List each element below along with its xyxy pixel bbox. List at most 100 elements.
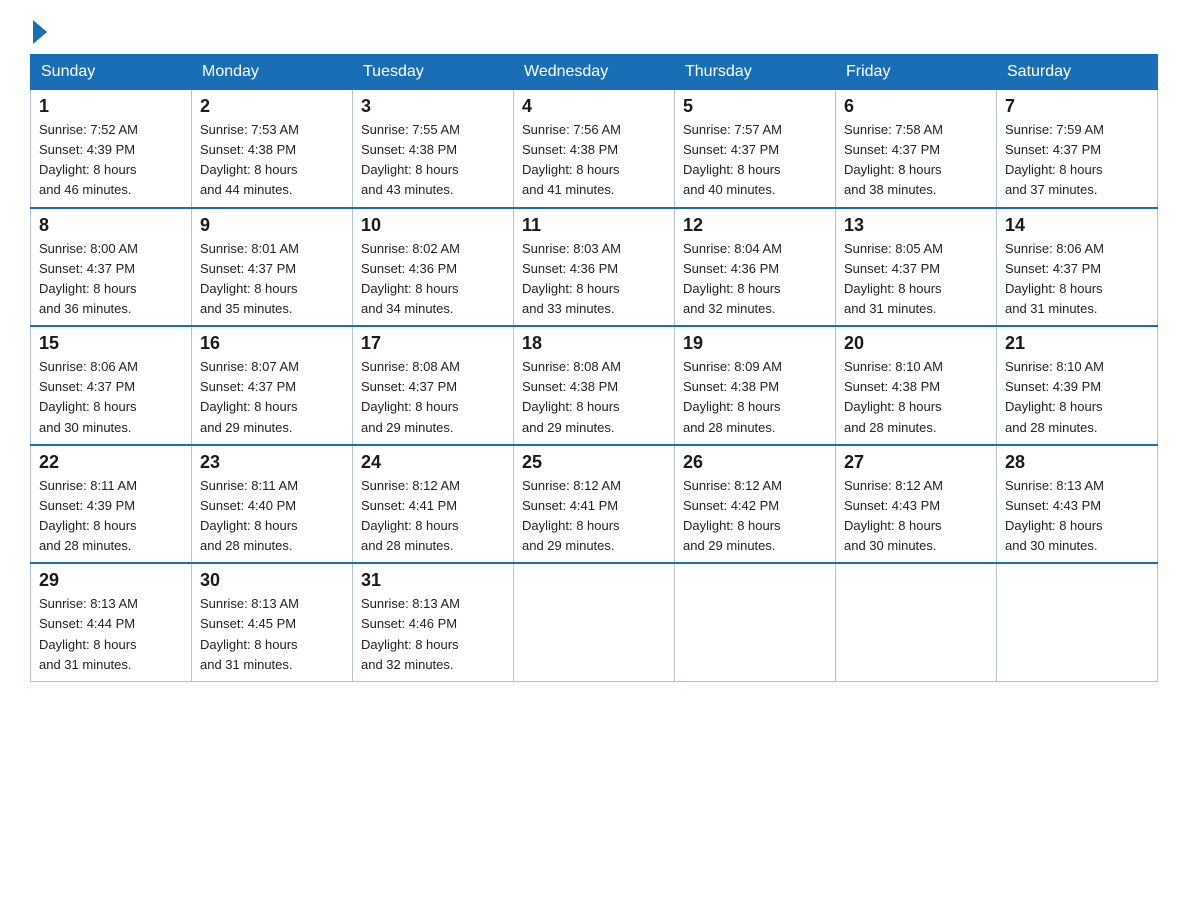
day-info: Sunrise: 8:11 AM Sunset: 4:39 PM Dayligh…: [39, 476, 183, 557]
calendar-cell: 17 Sunrise: 8:08 AM Sunset: 4:37 PM Dayli…: [353, 326, 514, 445]
week-row-5: 29 Sunrise: 8:13 AM Sunset: 4:44 PM Dayli…: [31, 563, 1158, 681]
day-info: Sunrise: 8:12 AM Sunset: 4:41 PM Dayligh…: [361, 476, 505, 557]
week-row-3: 15 Sunrise: 8:06 AM Sunset: 4:37 PM Dayli…: [31, 326, 1158, 445]
day-number: 31: [361, 570, 505, 591]
day-info: Sunrise: 8:00 AM Sunset: 4:37 PM Dayligh…: [39, 239, 183, 320]
calendar-cell: 1 Sunrise: 7:52 AM Sunset: 4:39 PM Daylig…: [31, 90, 192, 208]
day-number: 14: [1005, 215, 1149, 236]
day-info: Sunrise: 7:55 AM Sunset: 4:38 PM Dayligh…: [361, 120, 505, 201]
header-thursday: Thursday: [675, 55, 836, 90]
day-number: 6: [844, 96, 988, 117]
day-info: Sunrise: 7:59 AM Sunset: 4:37 PM Dayligh…: [1005, 120, 1149, 201]
day-number: 12: [683, 215, 827, 236]
day-number: 2: [200, 96, 344, 117]
calendar-cell: 9Sunrise: 8:01 AM Sunset: 4:37 PM Daylig…: [192, 208, 353, 327]
calendar-cell: 26 Sunrise: 8:12 AM Sunset: 4:42 PM Dayli…: [675, 445, 836, 564]
calendar-cell: 29 Sunrise: 8:13 AM Sunset: 4:44 PM Dayli…: [31, 563, 192, 681]
calendar-cell: 3 Sunrise: 7:55 AM Sunset: 4:38 PM Daylig…: [353, 90, 514, 208]
day-info: Sunrise: 8:10 AM Sunset: 4:39 PM Dayligh…: [1005, 357, 1149, 438]
calendar-cell: 16 Sunrise: 8:07 AM Sunset: 4:37 PM Dayli…: [192, 326, 353, 445]
calendar-cell: [514, 563, 675, 681]
day-number: 24: [361, 452, 505, 473]
day-info: Sunrise: 8:07 AM Sunset: 4:37 PM Dayligh…: [200, 357, 344, 438]
day-info: Sunrise: 7:58 AM Sunset: 4:37 PM Dayligh…: [844, 120, 988, 201]
logo: [30, 20, 49, 44]
day-number: 17: [361, 333, 505, 354]
day-info: Sunrise: 8:02 AM Sunset: 4:36 PM Dayligh…: [361, 239, 505, 320]
header-sunday: Sunday: [31, 55, 192, 90]
day-number: 20: [844, 333, 988, 354]
calendar-cell: 4 Sunrise: 7:56 AM Sunset: 4:38 PM Daylig…: [514, 90, 675, 208]
week-row-4: 22 Sunrise: 8:11 AM Sunset: 4:39 PM Dayli…: [31, 445, 1158, 564]
day-number: 7: [1005, 96, 1149, 117]
day-number: 15: [39, 333, 183, 354]
calendar-cell: 24 Sunrise: 8:12 AM Sunset: 4:41 PM Dayli…: [353, 445, 514, 564]
header-wednesday: Wednesday: [514, 55, 675, 90]
day-number: 13: [844, 215, 988, 236]
day-info: Sunrise: 7:57 AM Sunset: 4:37 PM Dayligh…: [683, 120, 827, 201]
calendar-cell: 21 Sunrise: 8:10 AM Sunset: 4:39 PM Dayli…: [997, 326, 1158, 445]
day-number: 1: [39, 96, 183, 117]
day-number: 16: [200, 333, 344, 354]
day-number: 29: [39, 570, 183, 591]
calendar-cell: [836, 563, 997, 681]
day-info: Sunrise: 7:56 AM Sunset: 4:38 PM Dayligh…: [522, 120, 666, 201]
day-number: 28: [1005, 452, 1149, 473]
day-info: Sunrise: 7:52 AM Sunset: 4:39 PM Dayligh…: [39, 120, 183, 201]
day-number: 25: [522, 452, 666, 473]
calendar-cell: 2 Sunrise: 7:53 AM Sunset: 4:38 PM Daylig…: [192, 90, 353, 208]
calendar-cell: 20 Sunrise: 8:10 AM Sunset: 4:38 PM Dayli…: [836, 326, 997, 445]
day-number: 4: [522, 96, 666, 117]
calendar-cell: 11Sunrise: 8:03 AM Sunset: 4:36 PM Dayli…: [514, 208, 675, 327]
day-number: 30: [200, 570, 344, 591]
calendar-cell: 8 Sunrise: 8:00 AM Sunset: 4:37 PM Daylig…: [31, 208, 192, 327]
day-info: Sunrise: 8:13 AM Sunset: 4:44 PM Dayligh…: [39, 594, 183, 675]
day-number: 10: [361, 215, 505, 236]
day-info: Sunrise: 8:13 AM Sunset: 4:43 PM Dayligh…: [1005, 476, 1149, 557]
logo-arrow-icon: [33, 20, 47, 44]
calendar-cell: 15 Sunrise: 8:06 AM Sunset: 4:37 PM Dayli…: [31, 326, 192, 445]
calendar-cell: 18Sunrise: 8:08 AM Sunset: 4:38 PM Dayli…: [514, 326, 675, 445]
day-number: 21: [1005, 333, 1149, 354]
day-number: 8: [39, 215, 183, 236]
day-info: Sunrise: 8:06 AM Sunset: 4:37 PM Dayligh…: [1005, 239, 1149, 320]
day-info: Sunrise: 8:06 AM Sunset: 4:37 PM Dayligh…: [39, 357, 183, 438]
day-info: Sunrise: 8:12 AM Sunset: 4:41 PM Dayligh…: [522, 476, 666, 557]
day-number: 22: [39, 452, 183, 473]
day-number: 26: [683, 452, 827, 473]
calendar-cell: 12 Sunrise: 8:04 AM Sunset: 4:36 PM Dayli…: [675, 208, 836, 327]
calendar-cell: 23Sunrise: 8:11 AM Sunset: 4:40 PM Dayli…: [192, 445, 353, 564]
header-tuesday: Tuesday: [353, 55, 514, 90]
calendar-cell: 30Sunrise: 8:13 AM Sunset: 4:45 PM Dayli…: [192, 563, 353, 681]
day-number: 23: [200, 452, 344, 473]
calendar-cell: 25 Sunrise: 8:12 AM Sunset: 4:41 PM Dayli…: [514, 445, 675, 564]
calendar-cell: 31 Sunrise: 8:13 AM Sunset: 4:46 PM Dayli…: [353, 563, 514, 681]
day-info: Sunrise: 8:12 AM Sunset: 4:42 PM Dayligh…: [683, 476, 827, 557]
day-info: Sunrise: 8:12 AM Sunset: 4:43 PM Dayligh…: [844, 476, 988, 557]
day-info: Sunrise: 8:04 AM Sunset: 4:36 PM Dayligh…: [683, 239, 827, 320]
calendar-table: SundayMondayTuesdayWednesdayThursdayFrid…: [30, 54, 1158, 682]
calendar-cell: [675, 563, 836, 681]
day-info: Sunrise: 7:53 AM Sunset: 4:38 PM Dayligh…: [200, 120, 344, 201]
calendar-cell: 28 Sunrise: 8:13 AM Sunset: 4:43 PM Dayli…: [997, 445, 1158, 564]
day-number: 18: [522, 333, 666, 354]
calendar-cell: 22 Sunrise: 8:11 AM Sunset: 4:39 PM Dayli…: [31, 445, 192, 564]
day-info: Sunrise: 8:13 AM Sunset: 4:46 PM Dayligh…: [361, 594, 505, 675]
day-number: 3: [361, 96, 505, 117]
calendar-cell: 5 Sunrise: 7:57 AM Sunset: 4:37 PM Daylig…: [675, 90, 836, 208]
calendar-cell: 7 Sunrise: 7:59 AM Sunset: 4:37 PM Daylig…: [997, 90, 1158, 208]
day-info: Sunrise: 8:10 AM Sunset: 4:38 PM Dayligh…: [844, 357, 988, 438]
calendar-cell: [997, 563, 1158, 681]
calendar-cell: 14 Sunrise: 8:06 AM Sunset: 4:37 PM Dayli…: [997, 208, 1158, 327]
header-monday: Monday: [192, 55, 353, 90]
header-row: SundayMondayTuesdayWednesdayThursdayFrid…: [31, 55, 1158, 90]
day-info: Sunrise: 8:05 AM Sunset: 4:37 PM Dayligh…: [844, 239, 988, 320]
day-number: 5: [683, 96, 827, 117]
day-info: Sunrise: 8:08 AM Sunset: 4:37 PM Dayligh…: [361, 357, 505, 438]
calendar-cell: 13 Sunrise: 8:05 AM Sunset: 4:37 PM Dayli…: [836, 208, 997, 327]
week-row-1: 1 Sunrise: 7:52 AM Sunset: 4:39 PM Daylig…: [31, 90, 1158, 208]
header-saturday: Saturday: [997, 55, 1158, 90]
calendar-cell: 10 Sunrise: 8:02 AM Sunset: 4:36 PM Dayli…: [353, 208, 514, 327]
day-number: 11: [522, 215, 666, 236]
day-number: 27: [844, 452, 988, 473]
